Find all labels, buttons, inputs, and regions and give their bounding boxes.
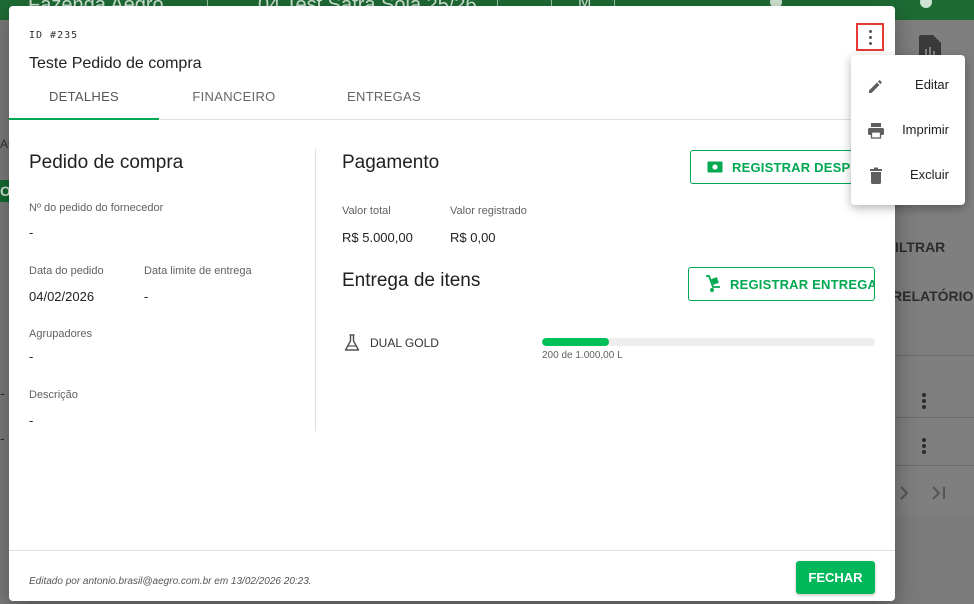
menu-item-delete-label: Excluir <box>909 167 949 182</box>
more-options-menu: Editar Imprimir Excluir <box>851 55 965 205</box>
registered-value-label: Valor registrado <box>450 205 527 217</box>
menu-item-edit-label: Editar <box>915 77 949 92</box>
more-options-button[interactable] <box>856 23 884 51</box>
background-info-icon <box>920 0 932 8</box>
hand-truck-icon <box>706 275 720 292</box>
background-filter-button: ILTRAR <box>895 239 946 255</box>
total-value: R$ 5.000,00 <box>342 230 413 245</box>
cash-icon <box>707 161 723 173</box>
tab-financial[interactable]: FINANCEIRO <box>159 80 309 120</box>
deadline-value: - <box>144 289 149 304</box>
dialog-title: Teste Pedido de compra <box>29 55 202 72</box>
groupers-label: Agrupadores <box>29 328 92 340</box>
delivery-progress-text: 200 de 1.000,00 L <box>542 350 623 361</box>
menu-item-delete[interactable]: Excluir <box>851 153 965 197</box>
deadline-label: Data limite de entrega <box>144 265 252 277</box>
supplier-order-value: - <box>29 225 34 240</box>
background-green-button: O <box>0 180 9 202</box>
menu-item-edit[interactable]: Editar <box>851 63 965 107</box>
background-divider <box>895 417 974 418</box>
description-value: - <box>29 413 34 428</box>
registered-value: R$ 0,00 <box>450 230 496 245</box>
menu-item-print-label: Imprimir <box>902 122 949 137</box>
delivery-item-name: DUAL GOLD <box>370 336 439 350</box>
supplier-order-label: Nº do pedido do fornecedor <box>29 202 164 214</box>
tab-details[interactable]: DETALHES <box>9 80 159 120</box>
purchase-order-heading: Pedido de compra <box>29 152 184 173</box>
background-row-menu-icon <box>922 393 926 411</box>
background-row-dash: - <box>0 430 5 446</box>
close-button[interactable]: FECHAR <box>796 561 875 594</box>
last-page-icon <box>932 486 945 500</box>
more-vert-icon <box>868 29 872 33</box>
dialog-footer: Editado por antonio.brasil@aegro.com.br … <box>9 550 895 601</box>
background-left-area <box>0 20 9 604</box>
register-delivery-button[interactable]: REGISTRAR ENTREGA <box>688 267 875 301</box>
flask-icon <box>344 334 360 351</box>
payment-heading: Pagamento <box>342 152 440 173</box>
delivery-heading: Entrega de itens <box>342 270 481 291</box>
total-value-label: Valor total <box>342 205 391 217</box>
background-row-menu-icon <box>922 438 926 456</box>
menu-item-print[interactable]: Imprimir <box>851 108 965 152</box>
background-divider <box>895 465 974 466</box>
pencil-icon <box>869 80 882 93</box>
printer-icon <box>868 123 884 139</box>
purchase-order-dialog: ID #235 Teste Pedido de compra DETALHES … <box>9 6 895 601</box>
background-report-button: RELATÓRIO <box>892 288 974 304</box>
delivery-progress-fill <box>542 338 609 346</box>
chevron-right-icon <box>900 486 909 500</box>
edited-by-text: Editado por antonio.brasil@aegro.com.br … <box>29 576 312 587</box>
delivery-progress-bar <box>542 338 875 346</box>
order-id-label: ID #235 <box>29 30 79 41</box>
groupers-value: - <box>29 349 34 364</box>
description-label: Descrição <box>29 389 78 401</box>
background-row-dash: - <box>0 385 5 401</box>
background-divider <box>895 355 974 356</box>
trash-icon <box>870 167 882 184</box>
column-divider <box>315 149 316 431</box>
tab-bar: DETALHES FINANCEIRO ENTREGAS <box>9 80 895 120</box>
order-date-value: 04/02/2026 <box>29 289 95 304</box>
order-date-label: Data do pedido <box>29 265 104 277</box>
tab-deliveries[interactable]: ENTREGAS <box>309 80 459 120</box>
